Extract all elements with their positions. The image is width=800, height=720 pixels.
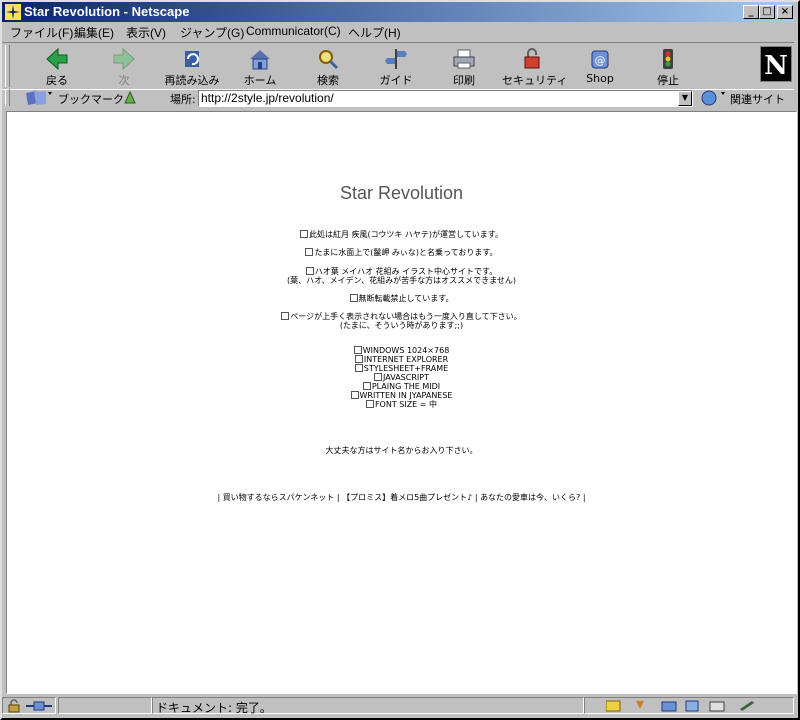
related-sites-icon[interactable] — [700, 89, 728, 106]
ad-link[interactable]: あなたの愛車は今、いくら? — [480, 493, 580, 502]
env-item: INTERNET EXPLORER — [7, 355, 796, 364]
maximize-button[interactable]: □ — [759, 5, 775, 19]
enter-instruction: 大丈夫な方はサイト名からお入り下さい。 — [325, 446, 478, 455]
env-item: FONT SIZE = 中 — [7, 400, 796, 409]
intro-line-2: たまに水面上で(鬣岬 みぃな)と名乗っております。 — [7, 248, 796, 257]
bookmarks-icon[interactable] — [24, 89, 54, 106]
location-label: 場所: — [170, 93, 196, 106]
svg-text:@: @ — [595, 54, 606, 67]
guide-button[interactable]: ガイド — [366, 47, 426, 87]
print-icon — [453, 49, 475, 69]
menu-bar: ファイル(F) 編集(E) 表示(V) ジャンプ(G) Communicator… — [2, 22, 794, 41]
security-icon — [524, 48, 540, 69]
stop-button[interactable]: 停止 — [638, 47, 698, 87]
home-icon — [250, 50, 270, 70]
intro-line-3-note: (葉、ハオ、メイデン、花組みが苦手な方はオススメできません) — [286, 276, 517, 285]
component-bar-icons[interactable] — [606, 699, 786, 713]
menu-edit[interactable]: 編集(E) — [74, 24, 114, 41]
ad-link[interactable]: 買い物するならスパケンネット — [223, 493, 335, 502]
page-content: Star Revolution 此処は紅月 疾風(コウツキ ハヤテ)が運営してい… — [6, 111, 797, 694]
url-field[interactable]: ▼ — [198, 90, 693, 107]
url-dropdown-button[interactable]: ▼ — [678, 91, 692, 106]
reload-button[interactable]: 再読み込み — [162, 47, 222, 87]
title-bar: Star Revolution - Netscape _ □ × — [2, 2, 794, 22]
status-progress-panel — [58, 697, 152, 714]
menu-view[interactable]: 表示(V) — [126, 24, 166, 41]
intro-line-4: 無断転載禁止しています。 — [7, 294, 796, 303]
toolbar-grip[interactable] — [5, 45, 10, 87]
reload-icon — [185, 51, 199, 67]
security-button[interactable]: セキュリティ — [502, 47, 567, 87]
status-bar: ドキュメント: 完了。 — [2, 696, 794, 716]
intro-line-3: ハオ葉 メイハオ 花組み イラスト中心サイトです。 — [7, 267, 796, 276]
site-title[interactable]: Star Revolution — [7, 183, 796, 204]
menu-communicator[interactable]: Communicator(C) — [246, 24, 341, 38]
page-proxy-icon[interactable] — [122, 89, 138, 106]
search-button[interactable]: 検索 — [298, 47, 358, 87]
close-button[interactable]: × — [777, 5, 793, 19]
stop-icon — [663, 49, 673, 69]
forward-button[interactable]: 次 — [94, 47, 154, 87]
netscape-logo[interactable]: N — [760, 46, 792, 82]
env-item: WRITTEN IN JYAPANESE — [7, 391, 796, 400]
guide-icon — [385, 49, 407, 69]
forward-icon — [113, 47, 135, 71]
env-item: STYLESHEET+FRAME — [7, 364, 796, 373]
netscape-app-icon — [5, 4, 21, 20]
connection-icon — [26, 701, 52, 711]
back-button[interactable]: 戻る — [27, 47, 87, 87]
minimize-button[interactable]: _ — [743, 5, 759, 19]
lock-icon[interactable] — [6, 699, 24, 713]
ad-links: | 買い物するならスパケンネット | 【プロミス】着メロ5曲プレゼント♪ | あ… — [217, 493, 586, 502]
search-icon — [319, 50, 339, 70]
netscape-n-icon: N — [764, 51, 788, 81]
env-item: JAVASCRIPT — [7, 373, 796, 382]
location-grip[interactable] — [5, 89, 10, 106]
shop-icon: @ — [591, 50, 609, 69]
navigation-toolbar: 戻る 次 再読み込み ホーム 検索 ガイド 印刷 セキュリティ @ Shop 停… — [2, 42, 794, 90]
intro-line-5: ページが上手く表示されない場合はもう一度入り直して下さい。 — [7, 312, 796, 321]
window-title: Star Revolution - Netscape — [24, 4, 190, 19]
menu-file[interactable]: ファイル(F) — [10, 24, 73, 41]
shop-button[interactable]: @ Shop — [570, 47, 630, 87]
back-icon — [46, 47, 68, 71]
ad-link[interactable]: 【プロミス】着メロ5曲プレゼント♪ — [342, 493, 472, 502]
intro-line-5-note: (たまに、そういう時があります;;) — [339, 321, 464, 330]
home-button[interactable]: ホーム — [230, 47, 290, 87]
menu-help[interactable]: ヘルプ(H) — [348, 24, 401, 41]
url-input[interactable] — [199, 91, 673, 105]
status-text: ドキュメント: 完了。 — [156, 701, 272, 715]
intro-line-1: 此処は紅月 疾風(コウツキ ハヤテ)が運営しています。 — [7, 230, 796, 239]
svg-text:N: N — [764, 51, 788, 81]
related-sites-label[interactable]: 関連サイト — [730, 91, 785, 107]
env-item: PLAING THE MIDI — [7, 382, 796, 391]
menu-go[interactable]: ジャンプ(G) — [180, 24, 244, 41]
print-button[interactable]: 印刷 — [434, 47, 494, 87]
env-item: WINDOWS 1024×768 — [7, 346, 796, 355]
bookmarks-label[interactable]: ブックマーク — [58, 91, 124, 107]
